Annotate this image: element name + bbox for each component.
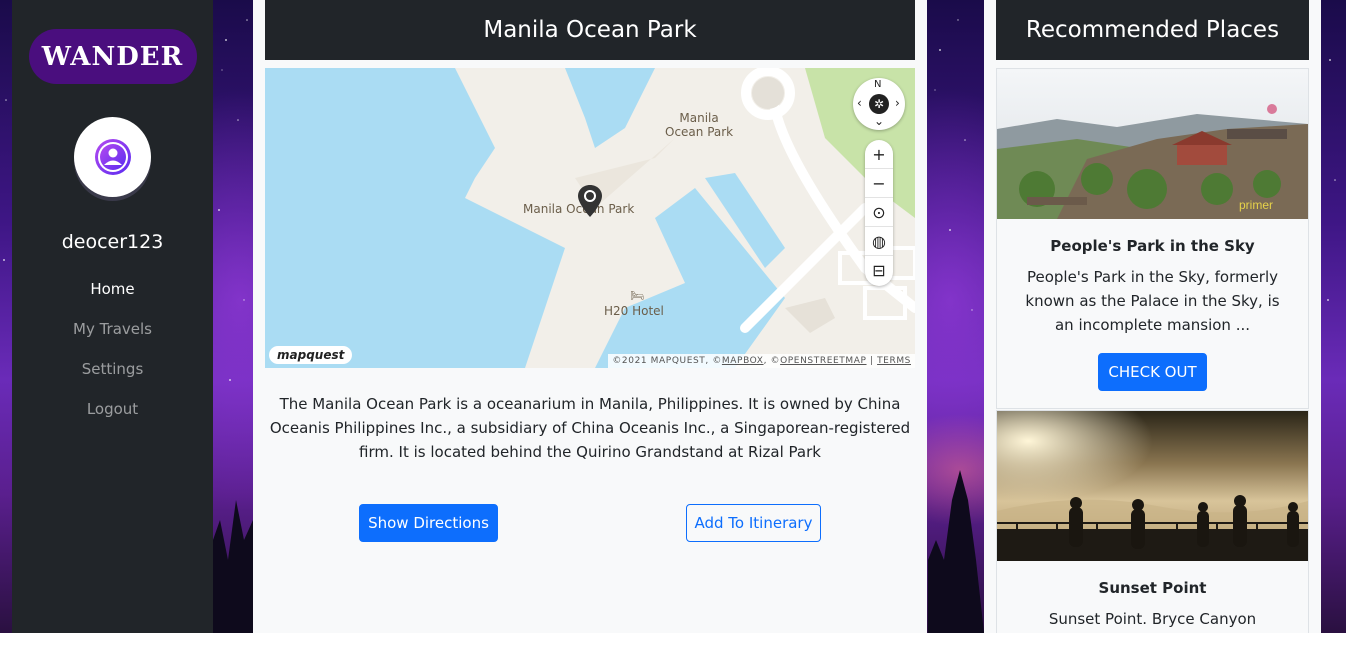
recommended-title: Recommended Places bbox=[996, 0, 1309, 60]
card-title: People's Park in the Sky bbox=[1050, 237, 1255, 255]
nav-my-travels[interactable]: My Travels bbox=[73, 319, 152, 359]
image-watermark: primer bbox=[1239, 198, 1273, 212]
map[interactable]: Manila Ocean Park Manila Ocean Park 🛏 H2… bbox=[265, 68, 915, 368]
username: deocer123 bbox=[61, 231, 164, 253]
card-title: Sunset Point bbox=[1098, 579, 1207, 597]
pan-left-icon[interactable]: ‹ bbox=[857, 96, 862, 110]
openstreetmap-link[interactable]: OPENSTREETMAP bbox=[780, 356, 866, 366]
traffic-car-icon[interactable]: ⊟ bbox=[865, 256, 893, 285]
nav-logout[interactable]: Logout bbox=[87, 399, 138, 439]
place-detail-panel: Manila Ocean Park Manila Ocean Park Mani… bbox=[253, 0, 927, 633]
zoom-out-icon[interactable]: − bbox=[865, 169, 893, 198]
locate-icon[interactable]: ⊙ bbox=[865, 198, 893, 227]
map-marker-icon[interactable] bbox=[577, 184, 603, 218]
card-text: Sunset Point. Bryce Canyon National bbox=[1048, 610, 1257, 628]
nav-home[interactable]: Home bbox=[90, 279, 134, 319]
compass-north-label: N bbox=[874, 79, 882, 90]
card-image-sunset-point[interactable] bbox=[997, 411, 1308, 561]
card-image-peoples-park[interactable]: primer bbox=[997, 69, 1308, 219]
mapbox-link[interactable]: MAPBOX bbox=[722, 356, 764, 366]
show-directions-button[interactable]: Show Directions bbox=[359, 504, 498, 542]
map-controls: + − ⊙ ◍ ⊟ bbox=[865, 140, 893, 286]
compass-reset-icon[interactable]: ✲ bbox=[869, 94, 889, 114]
add-to-itinerary-button[interactable]: Add To Itinerary bbox=[686, 504, 821, 542]
compass-control[interactable]: N ‹ › ⌄ ✲ bbox=[853, 78, 905, 130]
map-label-manila: Manila bbox=[679, 111, 719, 125]
sidebar: WANDER deocer123 Home My Travels Setting… bbox=[12, 0, 213, 633]
recommended-card: primer People's Park in the Sky People's… bbox=[996, 68, 1309, 409]
hotel-icon: 🛏 bbox=[630, 289, 644, 302]
map-label-hotel: H20 Hotel bbox=[604, 304, 664, 318]
check-out-button[interactable]: CHECK OUT bbox=[1098, 353, 1207, 391]
brand-logo[interactable]: WANDER bbox=[28, 29, 197, 84]
pan-right-icon[interactable]: › bbox=[895, 96, 900, 110]
map-attribution: ©2021 MAPQUEST, ©MAPBOX, ©OPENSTREETMAP … bbox=[608, 354, 915, 368]
map-label-ocean-park: Ocean Park bbox=[665, 125, 734, 139]
user-avatar-icon bbox=[94, 139, 131, 175]
recommended-panel: Recommended Places primer People's Park … bbox=[984, 0, 1321, 633]
avatar[interactable] bbox=[74, 117, 151, 197]
terms-link[interactable]: TERMS bbox=[877, 356, 911, 366]
place-description: The Manila Ocean Park is a oceanarium in… bbox=[269, 395, 911, 461]
zoom-in-icon[interactable]: + bbox=[865, 140, 893, 169]
pan-down-icon[interactable]: ⌄ bbox=[874, 114, 884, 128]
page-title: Manila Ocean Park bbox=[265, 0, 915, 60]
globe-icon[interactable]: ◍ bbox=[865, 227, 893, 256]
sidebar-nav: Home My Travels Settings Logout bbox=[73, 279, 152, 439]
recommended-card: Sunset Point Sunset Point. Bryce Canyon … bbox=[996, 410, 1309, 633]
mapquest-logo[interactable]: mapquest bbox=[269, 346, 353, 364]
card-text: People's Park in the Sky, formerly known… bbox=[1025, 268, 1280, 334]
map-base bbox=[265, 68, 915, 368]
nav-settings[interactable]: Settings bbox=[82, 359, 144, 399]
